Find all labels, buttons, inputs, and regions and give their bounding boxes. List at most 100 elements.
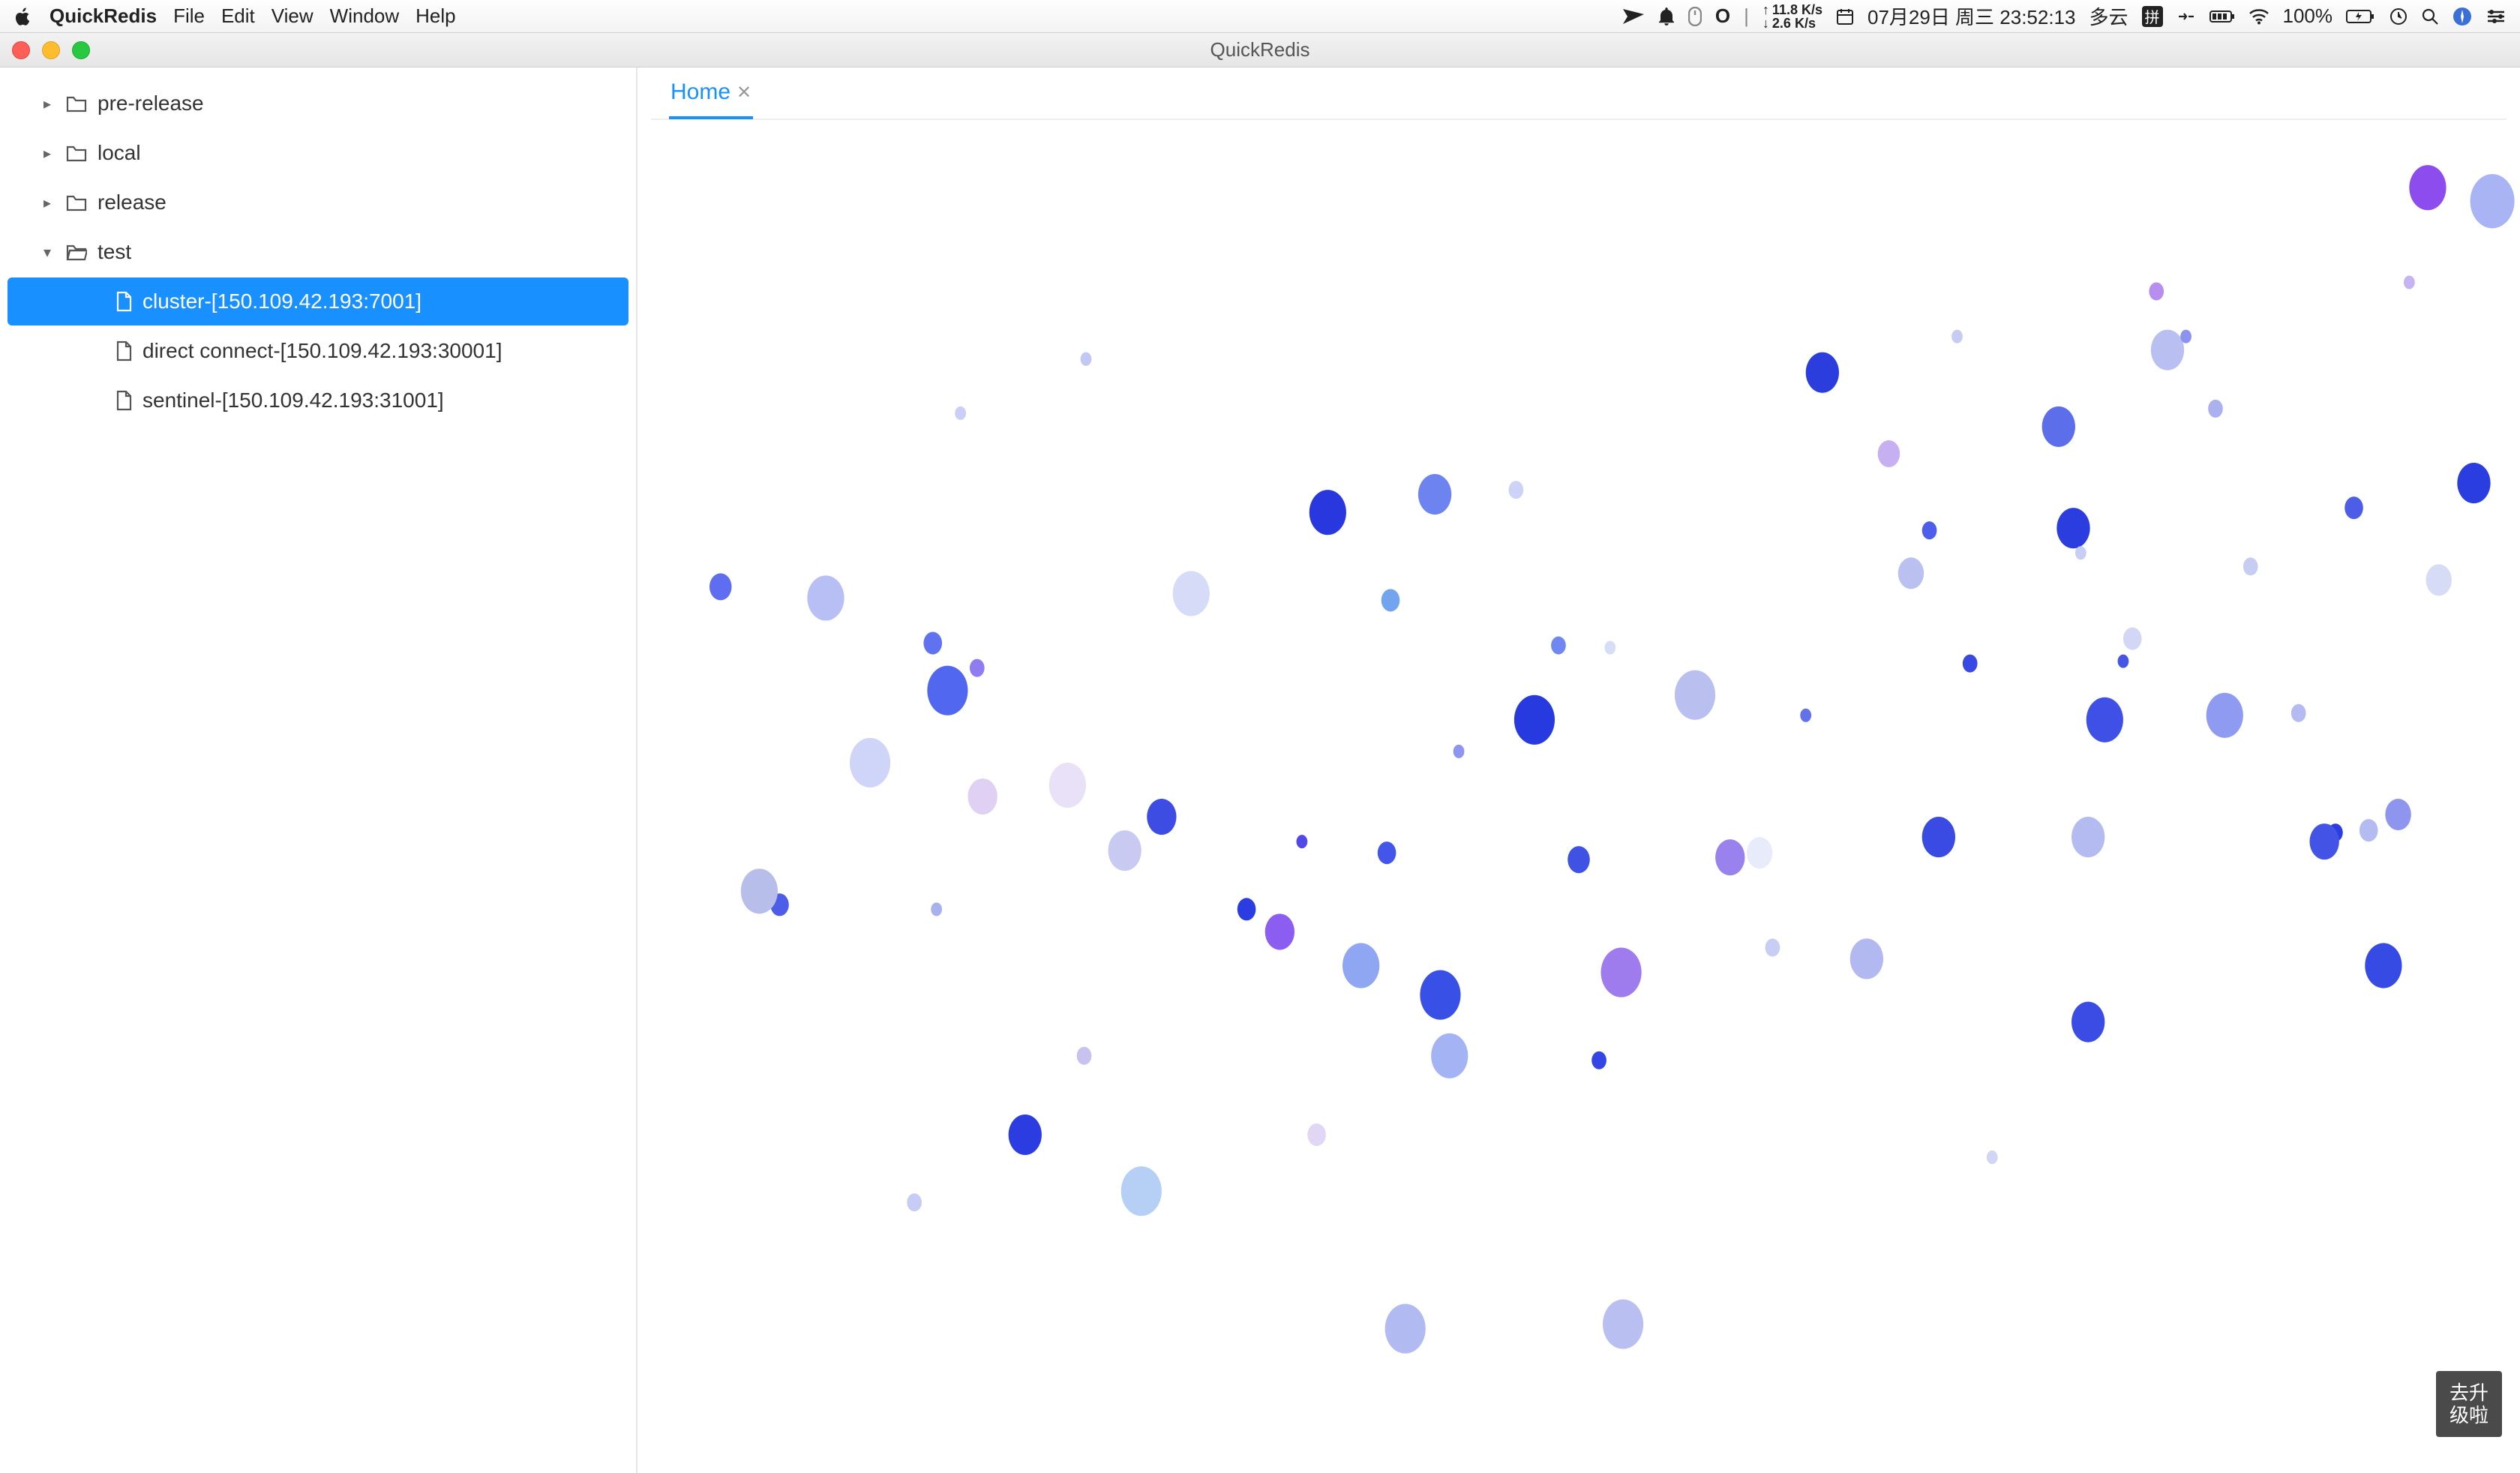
particle-dot — [1514, 695, 1555, 745]
particle-dot — [1715, 839, 1744, 875]
tab-home[interactable]: Home ✕ — [669, 68, 753, 119]
particle-dot — [970, 659, 985, 677]
tree-connection-label: sentinel-[150.109.42.193:31001] — [142, 388, 444, 412]
particle-dot — [1121, 1166, 1162, 1216]
tree-folder-label: pre-release — [98, 92, 204, 116]
particle-dot — [1898, 557, 1924, 589]
tree-connection-item[interactable]: direct connect-[150.109.42.193:30001] — [8, 327, 628, 375]
tree-folder-local[interactable]: ▸ local — [8, 129, 628, 177]
particle-dot — [1850, 938, 1883, 979]
tree-connection-item[interactable]: sentinel-[150.109.42.193:31001] — [8, 376, 628, 424]
particle-dot — [927, 666, 968, 716]
particle-dot — [1603, 1299, 1643, 1348]
particle-dot — [1604, 641, 1616, 655]
particle-dot — [2086, 698, 2123, 742]
safari-icon[interactable] — [2452, 7, 2472, 26]
tree-folder-test[interactable]: ▾test — [8, 228, 628, 276]
battery-percent[interactable]: 100% — [2283, 4, 2333, 28]
bell-icon[interactable] — [1658, 8, 1675, 26]
battery-bar-icon[interactable] — [2210, 9, 2235, 24]
connection-tree-sidebar[interactable]: ▸ pre-release ▸ local ▸ release ▾test cluster-[… — [0, 68, 638, 1473]
particle-dot — [1173, 571, 1210, 616]
folder-icon — [66, 94, 87, 112]
menu-window[interactable]: Window — [330, 4, 399, 28]
tab-bar: Home ✕ — [651, 68, 2506, 120]
clock-icon[interactable] — [2390, 8, 2408, 26]
tree-connection-label: cluster-[150.109.42.193:7001] — [142, 290, 422, 314]
file-icon — [116, 390, 132, 411]
folder-icon — [66, 194, 87, 212]
ime-icon[interactable]: 拼 — [2142, 6, 2163, 27]
file-icon — [116, 340, 132, 362]
window-body: ▸ pre-release ▸ local ▸ release ▾test cluster-[… — [0, 68, 2520, 1473]
particle-dot — [1009, 1114, 1042, 1155]
particle-dot — [2180, 330, 2192, 344]
paper-plane-icon[interactable] — [1622, 8, 1645, 25]
tree-connection-item[interactable]: cluster-[150.109.42.193:7001] — [8, 278, 628, 326]
network-stats[interactable]: ↑11.8 K/s ↓2.6 K/s — [1762, 3, 1822, 30]
divider-icon: | — [1744, 4, 1749, 28]
menu-help[interactable]: Help — [416, 4, 455, 28]
particle-dot — [1378, 842, 1396, 864]
particle-dot — [1310, 490, 1346, 535]
particle-dot — [1878, 440, 1900, 467]
particle-dot — [923, 632, 942, 655]
tree-folder-release[interactable]: ▸ release — [8, 178, 628, 226]
expand-caret-icon[interactable]: ▸ — [39, 194, 56, 212]
apple-icon[interactable] — [14, 7, 33, 26]
particle-dot — [1675, 670, 1715, 720]
mouse-icon[interactable] — [1688, 7, 1702, 26]
window-titlebar: QuickRedis — [0, 33, 2520, 68]
expand-caret-icon[interactable]: ▸ — [39, 144, 56, 163]
folder-icon — [66, 144, 87, 162]
particle-dot — [1420, 970, 1460, 1020]
tree-folder-label: local — [98, 141, 141, 165]
folder-icon — [66, 243, 87, 261]
particle-dot — [1307, 1124, 1326, 1146]
particle-dot — [907, 1193, 922, 1211]
calendar-icon[interactable] — [1836, 8, 1854, 26]
particle-dot — [2072, 817, 2104, 857]
particle-dot — [1108, 830, 1142, 871]
particle-dot — [1147, 799, 1176, 835]
particle-dot — [2457, 463, 2490, 503]
particle-dot — [1922, 817, 1955, 857]
main-pane: Home ✕ 去升级啦 — [638, 68, 2520, 1473]
tree-folder-label: release — [98, 190, 166, 214]
menu-edit[interactable]: Edit — [221, 4, 255, 28]
battery-charging-icon[interactable] — [2346, 9, 2376, 24]
expand-caret-icon[interactable]: ▸ — [39, 94, 56, 113]
sync-icon[interactable] — [2176, 9, 2196, 24]
particle-dot — [955, 406, 966, 420]
tab-label: Home — [670, 80, 730, 105]
particle-dot — [1342, 943, 1379, 988]
menubar-datetime[interactable]: 07月29日 周三 23:52:13 — [1868, 2, 2076, 30]
expand-caret-icon[interactable]: ▾ — [39, 243, 56, 262]
particle-dot — [2072, 1002, 2104, 1042]
particle-dot — [1418, 474, 1451, 514]
menubar-right: O | ↑11.8 K/s ↓2.6 K/s 07月29日 周三 23:52:1… — [1622, 2, 2506, 30]
upgrade-badge-text: 去升级啦 — [2450, 1382, 2488, 1426]
particle-dot — [2206, 693, 2243, 738]
tree-connection-label: direct connect-[150.109.42.193:30001] — [142, 339, 502, 363]
particle-dot — [2360, 819, 2378, 842]
window-minimize-button[interactable] — [42, 41, 60, 59]
shield-icon[interactable]: O — [1715, 4, 1730, 28]
particle-dot — [1049, 763, 1086, 808]
window-close-button[interactable] — [12, 41, 30, 59]
menubar-app-name[interactable]: QuickRedis — [50, 4, 157, 28]
menu-file[interactable]: File — [173, 4, 205, 28]
particle-dot — [1385, 1304, 1426, 1354]
window-maximize-button[interactable] — [72, 41, 90, 59]
tree-folder-pre-release[interactable]: ▸ pre-release — [8, 80, 628, 128]
menu-view[interactable]: View — [272, 4, 314, 28]
tab-close-button[interactable]: ✕ — [736, 82, 752, 104]
control-center-icon[interactable] — [2486, 8, 2506, 25]
wifi-icon[interactable] — [2248, 8, 2270, 25]
particle-dot — [1963, 655, 1978, 673]
particle-dot — [2149, 282, 2164, 300]
spotlight-icon[interactable] — [2421, 8, 2439, 26]
menubar-weather[interactable]: 多云 — [2089, 2, 2128, 30]
upgrade-badge[interactable]: 去升级啦 — [2436, 1371, 2502, 1437]
particle-dot — [2385, 799, 2410, 830]
